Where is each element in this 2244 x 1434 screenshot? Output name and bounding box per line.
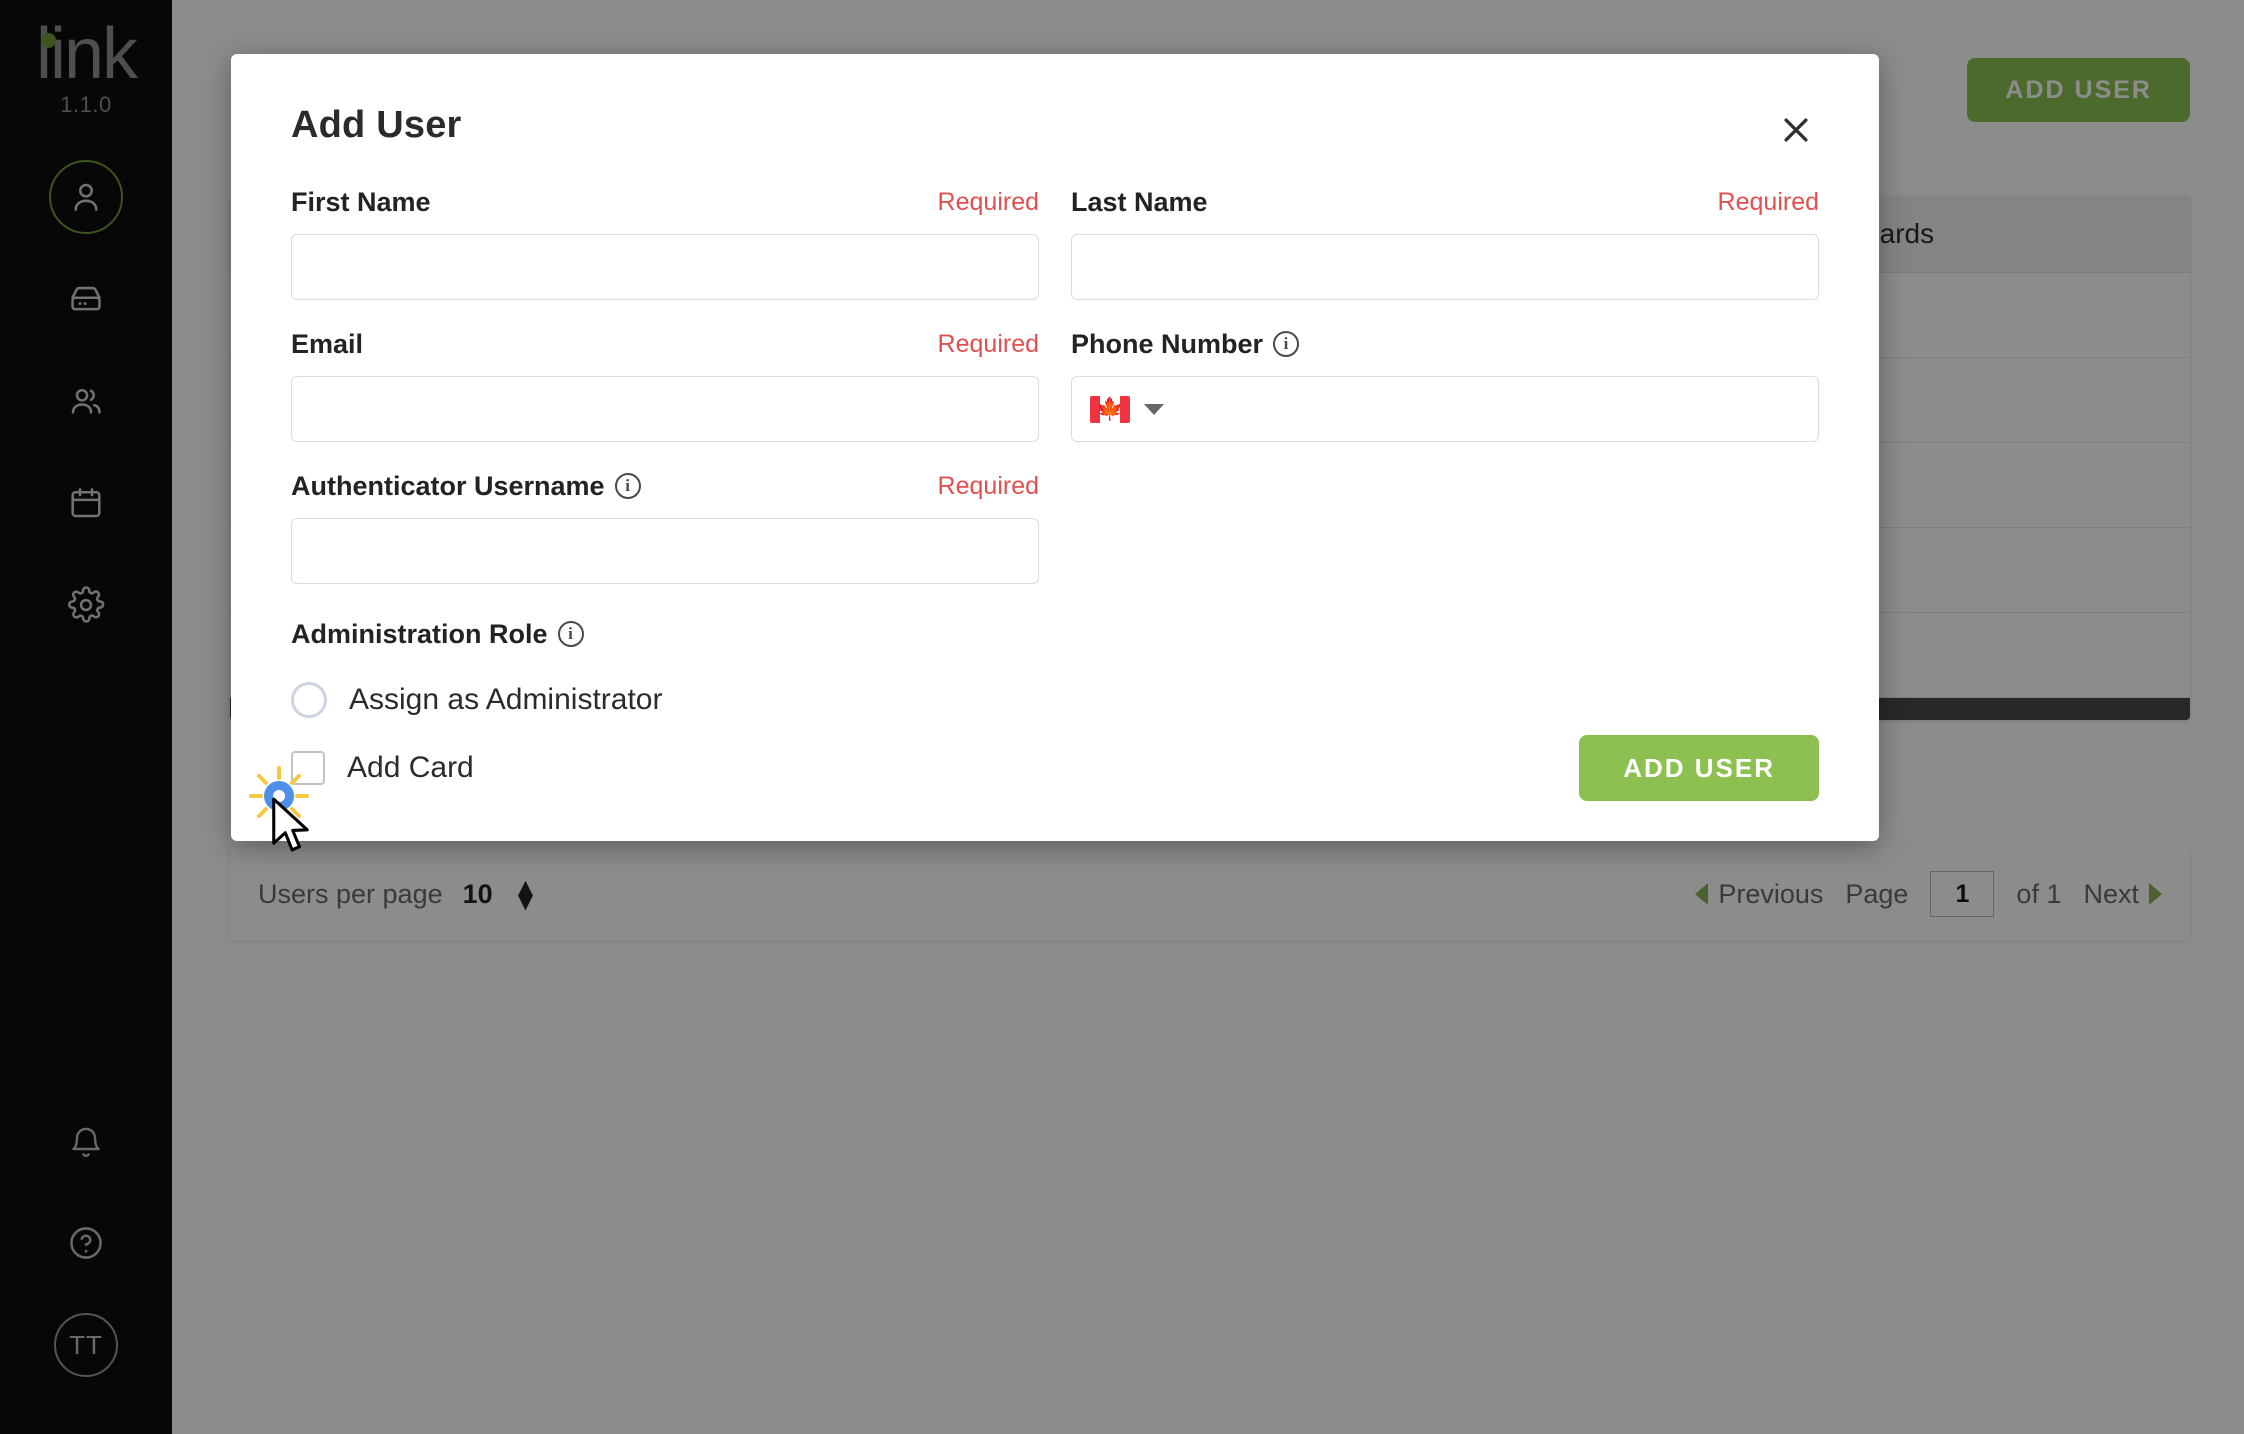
last-name-input[interactable] (1071, 234, 1819, 300)
email-required: Required (937, 329, 1039, 358)
add-card-label: Add Card (347, 751, 474, 784)
modal-footer: Add Card ADD USER (261, 735, 1849, 801)
add-card-checkbox[interactable] (291, 751, 325, 785)
first-name-field: First Name Required (291, 182, 1039, 300)
close-button[interactable] (1773, 108, 1819, 154)
last-name-field-head: Last Name Required (1071, 182, 1819, 222)
last-name-label: Last Name (1071, 186, 1208, 217)
authenticator-username-label: Authenticator Username (291, 470, 605, 501)
canada-flag-icon: 🍁 (1090, 395, 1130, 423)
authenticator-username-input[interactable] (291, 518, 1039, 584)
phone-field-head: Phone Number i (1071, 324, 1819, 364)
phone-input-group[interactable]: 🍁 (1071, 376, 1819, 442)
add-user-form: First Name Required Last Name Required E… (261, 154, 1849, 718)
administration-role-block: Administration Role i Assign as Administ… (291, 614, 1039, 718)
chevron-down-icon[interactable] (1144, 403, 1164, 415)
administration-role-head: Administration Role i (291, 614, 1039, 654)
last-name-field: Last Name Required (1071, 182, 1819, 300)
email-input[interactable] (291, 376, 1039, 442)
phone-field: Phone Number i 🍁 (1071, 324, 1819, 442)
modal-add-user-button[interactable]: ADD USER (1579, 735, 1819, 801)
first-name-input[interactable] (291, 234, 1039, 300)
phone-label: Phone Number (1071, 328, 1264, 359)
close-icon (1779, 113, 1813, 150)
authenticator-username-label-wrap: Authenticator Username i (291, 471, 641, 502)
first-name-required: Required (937, 187, 1039, 216)
authenticator-username-field: Authenticator Username i Required (291, 466, 1039, 584)
phone-number-input[interactable] (1178, 393, 1800, 425)
authenticator-username-required: Required (937, 471, 1039, 500)
phone-label-wrap: Phone Number i (1071, 328, 1300, 360)
info-icon[interactable]: i (557, 621, 584, 647)
authenticator-username-field-head: Authenticator Username i Required (291, 466, 1039, 506)
modal-title: Add User (291, 104, 462, 146)
administration-role-label-wrap: Administration Role i (291, 619, 584, 650)
add-card-option[interactable]: Add Card (291, 751, 474, 785)
form-spacer (1071, 466, 1819, 608)
add-user-modal: Add User First Name Required Last Name R… (231, 54, 1879, 841)
first-name-label: First Name (291, 186, 431, 217)
email-field: Email Required (291, 324, 1039, 442)
modal-header: Add User (261, 54, 1849, 154)
email-label: Email (291, 328, 364, 359)
email-field-head: Email Required (291, 324, 1039, 364)
administration-role-label: Administration Role (291, 618, 548, 649)
last-name-required: Required (1717, 187, 1819, 216)
assign-administrator-radio[interactable] (291, 682, 327, 718)
info-icon[interactable]: i (1273, 331, 1300, 357)
assign-administrator-label: Assign as Administrator (349, 683, 663, 716)
first-name-field-head: First Name Required (291, 182, 1039, 222)
screen: link 1.1.0 TT ADD USER Cards Users per p… (0, 0, 2244, 1434)
assign-administrator-option[interactable]: Assign as Administrator (291, 682, 1039, 718)
info-icon[interactable]: i (614, 473, 641, 499)
